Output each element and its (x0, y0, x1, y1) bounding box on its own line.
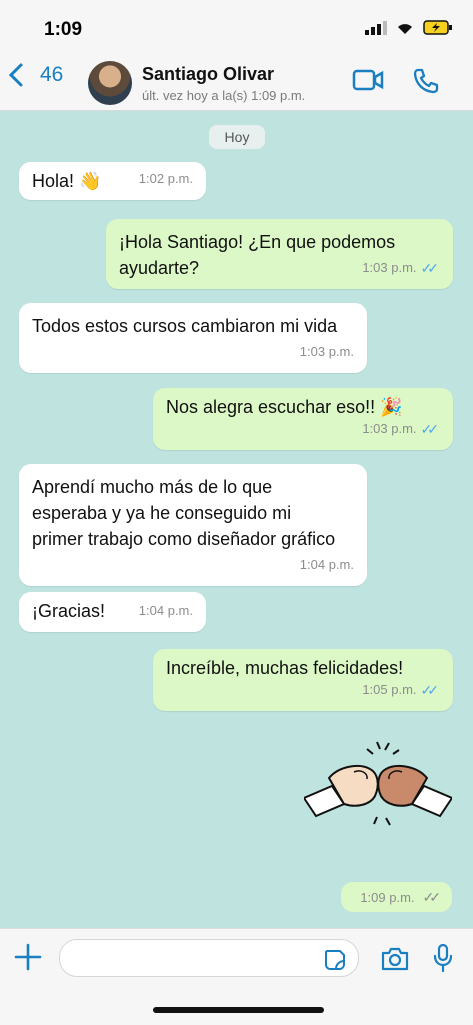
avatar[interactable] (88, 61, 132, 105)
message-bubble[interactable]: Increíble, muchas felicidades! 1:05 p.m.… (153, 649, 453, 711)
read-receipt-icon: ✓✓ (420, 260, 440, 276)
home-indicator (153, 1007, 324, 1013)
microphone-icon[interactable] (434, 944, 452, 972)
message-time: 1:04 p.m. (138, 603, 193, 618)
message-text: Hola! 👋 (32, 171, 102, 191)
phone-icon[interactable] (412, 67, 440, 95)
battery-icon (423, 20, 452, 35)
unread-count: 46 (40, 63, 64, 86)
message-bubble[interactable]: Nos alegra escuchar eso!! 🎉 1:03 p.m. ✓✓ (153, 388, 453, 450)
back-chevron-icon (8, 63, 23, 87)
sticker-icon[interactable] (323, 948, 347, 972)
message-bubble[interactable]: ¡Hola Santiago! ¿En que podemos ayudarte… (106, 219, 453, 289)
signal-icon (365, 20, 387, 35)
status-time: 1:09 (44, 19, 83, 40)
input-bar (0, 928, 473, 1025)
status-icons (365, 20, 453, 35)
last-seen: últ. vez hoy a la(s) 1:09 p.m. (142, 88, 306, 103)
message-time-text: 1:03 p.m. (362, 421, 417, 436)
message-time-text: 1:05 p.m. (362, 682, 417, 697)
sticker-time: 1:09 p.m. (360, 889, 415, 905)
plus-icon[interactable] (14, 943, 42, 971)
contact-name[interactable]: Santiago Olivar (142, 64, 274, 85)
message-bubble[interactable]: Todos estos cursos cambiaron mi vida 1:0… (19, 303, 367, 373)
wifi-icon (398, 23, 412, 34)
camera-icon[interactable] (381, 947, 409, 971)
back-button[interactable]: 46 (8, 62, 63, 88)
message-time: 1:04 p.m. (299, 557, 354, 572)
message-time: 1:05 p.m. ✓✓ (362, 677, 440, 703)
message-time: 1:03 p.m. ✓✓ (362, 255, 440, 281)
message-time: 1:03 p.m. ✓✓ (362, 416, 440, 442)
read-receipt-icon: ✓✓ (420, 421, 440, 437)
message-input[interactable] (59, 939, 359, 977)
chat-header: 46 Santiago Olivar últ. vez hoy a la(s) … (0, 50, 473, 111)
message-text: Aprendí mucho más de lo que esperaba y y… (32, 477, 336, 549)
message-bubble[interactable]: Aprendí mucho más de lo que esperaba y y… (19, 464, 367, 586)
message-text: ¡Gracias! (32, 601, 106, 621)
delivered-receipt-icon: ✓✓ (422, 888, 442, 905)
sticker-time-badge: 1:09 p.m. ✓✓ (341, 882, 452, 912)
message-time: 1:03 p.m. (299, 344, 354, 359)
message-time-text: 1:03 p.m. (362, 260, 417, 275)
video-call-icon[interactable] (352, 69, 384, 91)
read-receipt-icon: ✓✓ (420, 682, 440, 698)
message-bubble[interactable]: ¡Gracias! 1:04 p.m. (19, 592, 206, 632)
date-separator: Hoy (209, 125, 265, 149)
message-time: 1:02 p.m. (138, 171, 193, 186)
fist-bump-sticker[interactable] (304, 738, 452, 830)
message-text: Todos estos cursos cambiaron mi vida (32, 316, 338, 336)
message-bubble[interactable]: Hola! 👋 1:02 p.m. (19, 162, 206, 200)
